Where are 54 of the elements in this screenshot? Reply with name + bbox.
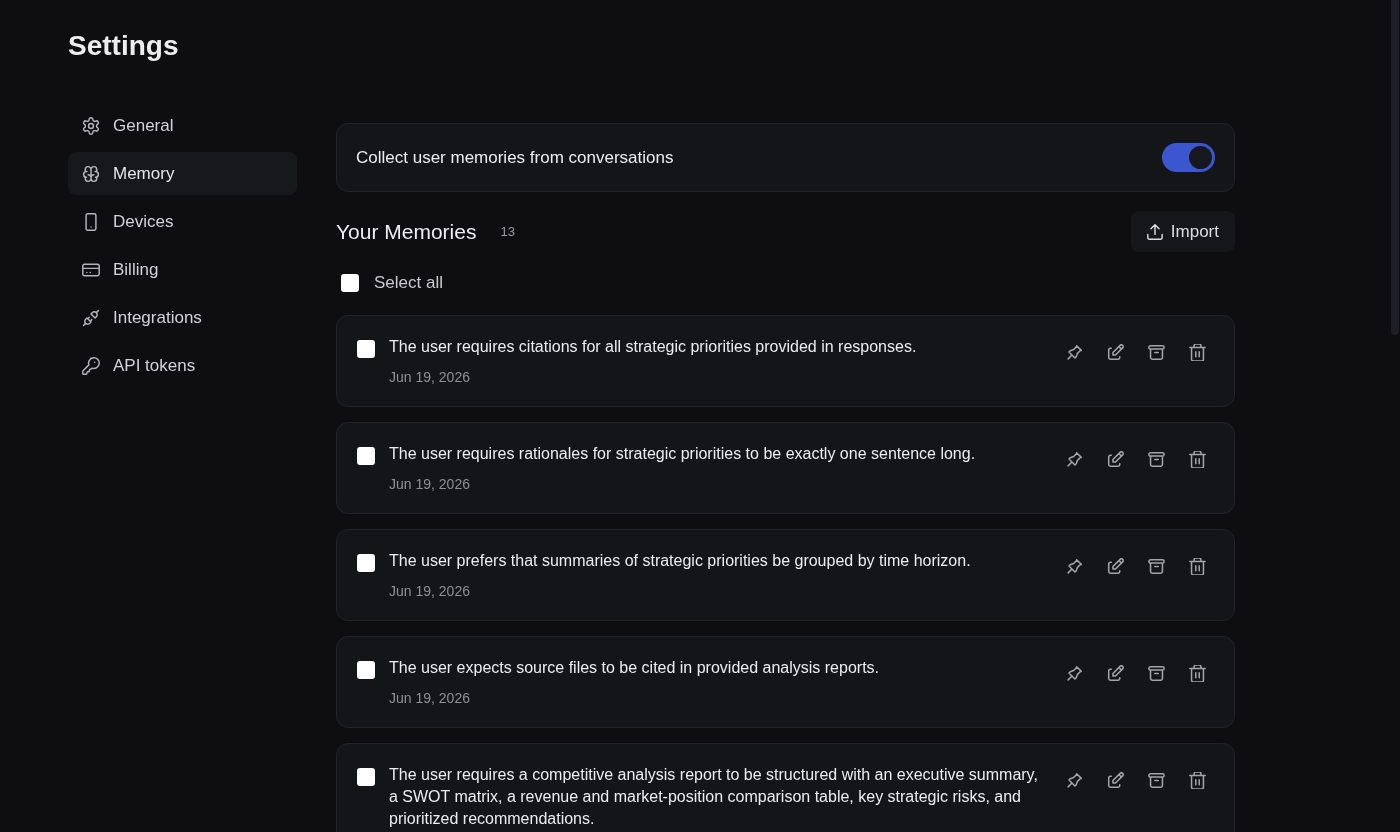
memory-text: The user requires citations for all strategic priorities provided in responses. xyxy=(389,337,918,357)
sidebar-item[interactable]: Memory xyxy=(68,152,297,195)
sidebar-item[interactable]: Integrations xyxy=(68,296,297,339)
edit-icon[interactable] xyxy=(1106,664,1124,682)
memory-text: The user prefers that summaries of strategic priorities be grouped by time horizon. xyxy=(389,551,972,571)
plug-icon xyxy=(82,308,100,327)
memory-count: 13 xyxy=(500,224,515,239)
archive-icon[interactable] xyxy=(1147,343,1165,361)
import-button[interactable]: Import xyxy=(1130,211,1235,252)
checkbox[interactable] xyxy=(357,340,375,358)
archive-icon[interactable] xyxy=(1147,450,1165,468)
memory-date: Jun 19, 2026 xyxy=(389,368,471,387)
delete-icon[interactable] xyxy=(1188,343,1206,361)
delete-icon[interactable] xyxy=(1188,557,1206,575)
memory-text: The user requires rationales for strategic priorities to be exactly one sentence long. xyxy=(389,444,977,464)
archive-icon[interactable] xyxy=(1147,771,1165,789)
edit-icon[interactable] xyxy=(1106,343,1124,361)
archive-icon[interactable] xyxy=(1147,664,1165,682)
sidebar-item[interactable]: Devices xyxy=(68,200,297,243)
pin-icon[interactable] xyxy=(1065,557,1083,575)
sidebar-item[interactable]: General xyxy=(68,104,297,147)
toggle-switch[interactable] xyxy=(1162,143,1215,172)
checkbox[interactable] xyxy=(357,447,375,465)
delete-icon[interactable] xyxy=(1188,771,1206,789)
sidebar-item[interactable]: Billing xyxy=(68,248,297,291)
edit-icon[interactable] xyxy=(1106,557,1124,575)
section-title: Your Memories xyxy=(336,219,477,244)
memory-date: Jun 19, 2026 xyxy=(389,689,471,708)
key-icon xyxy=(82,356,100,375)
pin-icon[interactable] xyxy=(1065,450,1083,468)
edit-icon[interactable] xyxy=(1106,771,1124,789)
checkbox[interactable] xyxy=(357,768,375,786)
setting-label: Collect user memories from conversations xyxy=(356,147,674,168)
pin-icon[interactable] xyxy=(1065,771,1083,789)
archive-icon[interactable] xyxy=(1147,557,1165,575)
memory-date: Jun 19, 2026 xyxy=(389,582,471,601)
delete-icon[interactable] xyxy=(1188,664,1206,682)
page-title: Settings xyxy=(68,29,180,63)
phone-icon xyxy=(82,212,100,231)
pin-icon[interactable] xyxy=(1065,664,1083,682)
select-all-label: Select all xyxy=(374,273,443,293)
memory-date: Jun 19, 2026 xyxy=(389,475,471,494)
gear-icon xyxy=(82,116,100,135)
edit-icon[interactable] xyxy=(1106,450,1124,468)
checkbox[interactable] xyxy=(357,661,375,679)
delete-icon[interactable] xyxy=(1188,450,1206,468)
checkbox[interactable] xyxy=(357,554,375,572)
memory-text: The user requires a competitive analysis report to be structured with an executive summary, a SWOT matrix, a revenue and market-position comparison table, key strategic risks, and prioritized recommendations. xyxy=(389,765,1039,829)
pin-icon[interactable] xyxy=(1065,343,1083,361)
checkbox[interactable] xyxy=(341,274,359,292)
upload-icon xyxy=(1146,223,1163,240)
brain-icon xyxy=(82,164,100,183)
sidebar-item[interactable]: API tokens xyxy=(68,344,297,387)
memory-text: The user expects source files to be cited in provided analysis reports. xyxy=(389,658,881,678)
